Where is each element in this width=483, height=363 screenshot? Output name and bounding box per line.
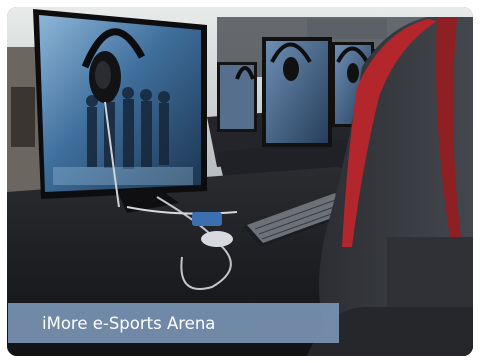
caption-banner: iMore e-Sports Arena [8, 303, 339, 343]
monitor-2 [262, 37, 332, 147]
back-sign [307, 19, 387, 39]
image-frame: iMore e-Sports Arena [0, 0, 483, 363]
mouse-pad-blue [192, 212, 222, 226]
caption-text: iMore e-Sports Arena [42, 313, 216, 333]
gaming-monitor-icon [33, 9, 207, 199]
mouse-icon [201, 231, 233, 247]
left-background-person [11, 87, 35, 147]
